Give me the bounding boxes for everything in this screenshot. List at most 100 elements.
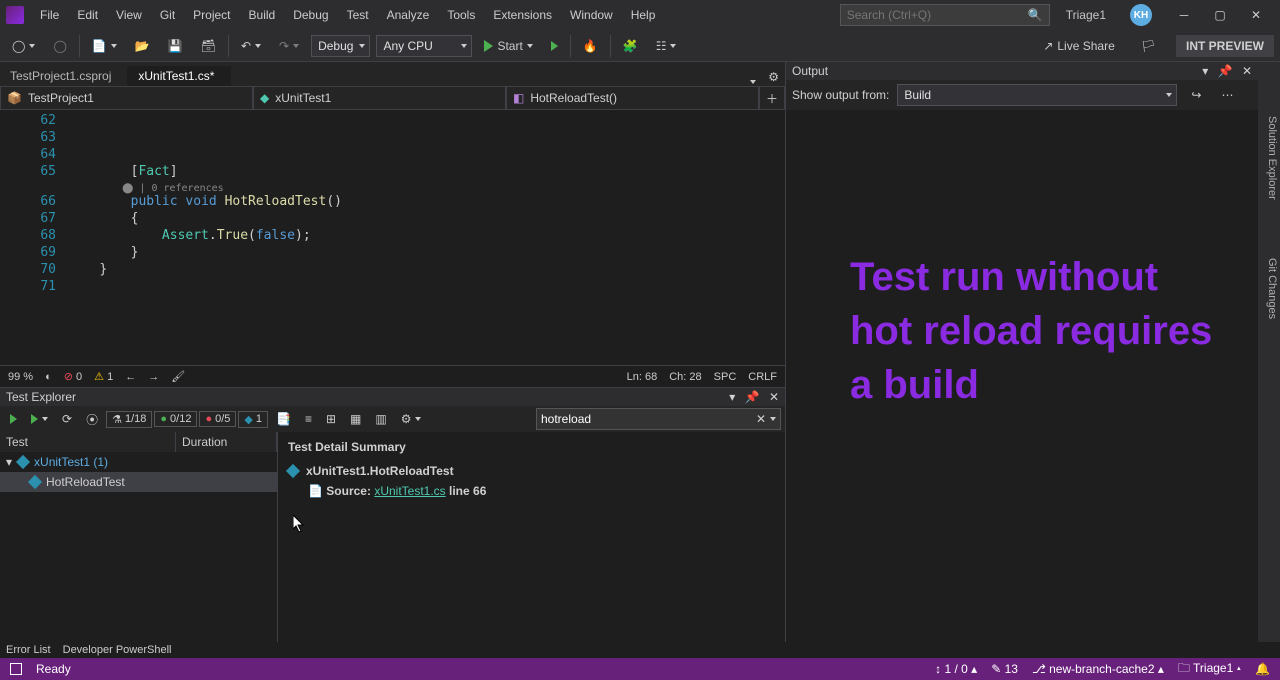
passed-tests-badge[interactable]: ● 0/12 xyxy=(154,411,197,427)
close-icon[interactable]: ✕ xyxy=(1242,64,1252,78)
tab-powershell[interactable]: Developer PowerShell xyxy=(63,644,172,656)
user-avatar[interactable]: KH xyxy=(1130,4,1152,26)
close-icon[interactable]: ✕ xyxy=(769,390,779,404)
output-source-dropdown[interactable]: Build xyxy=(897,84,1177,106)
feedback-button[interactable]: 🏳 xyxy=(1135,37,1162,55)
layout-button[interactable]: ▥ xyxy=(369,410,392,428)
start-debug-button[interactable]: Start xyxy=(478,37,538,55)
tab-error-list[interactable]: Error List xyxy=(6,644,51,656)
repeat-tests-button[interactable]: ⟳ xyxy=(56,410,78,428)
menu-edit[interactable]: Edit xyxy=(69,6,106,24)
col-number[interactable]: Ch: 28 xyxy=(669,371,701,383)
failed-tests-badge[interactable]: ● 0/5 xyxy=(199,411,236,427)
menu-view[interactable]: View xyxy=(108,6,150,24)
menu-analyze[interactable]: Analyze xyxy=(379,6,438,24)
code-editor[interactable]: 6263 6465 6667 6869 7071 [Fact] ⬤ | 0 re… xyxy=(0,110,785,365)
hot-reload-button[interactable]: 🔥 xyxy=(577,37,604,55)
sel-info[interactable]: ↕ 1 / 0 ▴ xyxy=(935,662,977,676)
autohide-icon[interactable]: ▾ xyxy=(729,390,735,404)
line-number[interactable]: Ln: 68 xyxy=(627,371,658,383)
split-editor-button[interactable]: ＋ xyxy=(759,86,785,110)
save-all-button[interactable]: 🗃 xyxy=(195,37,222,55)
config-dropdown[interactable]: Debug xyxy=(311,35,370,57)
zoom-level[interactable]: 99 % xyxy=(8,371,33,383)
not-run-tests-badge[interactable]: ◆ 1 xyxy=(238,411,268,428)
warnings-count[interactable]: ⚠ 1 xyxy=(94,370,113,383)
nav-class[interactable]: ◆xUnitTest1 xyxy=(253,86,506,110)
tab-git-changes[interactable]: Git Changes xyxy=(1258,254,1280,323)
open-file-button[interactable]: 📂 xyxy=(129,37,156,55)
columns-button[interactable]: ▦ xyxy=(344,410,367,428)
indent-mode[interactable]: SPC xyxy=(714,371,737,383)
errors-count[interactable]: ⊘ 0 xyxy=(64,370,82,383)
toolbar-button[interactable]: 🧩 xyxy=(617,37,644,55)
goto-error-button[interactable]: ↪ xyxy=(1185,86,1207,104)
nav-back-button[interactable]: ◯ xyxy=(6,37,41,55)
search-dropdown-icon[interactable] xyxy=(770,417,776,421)
run-tests-button[interactable] xyxy=(25,412,54,426)
menu-build[interactable]: Build xyxy=(241,6,284,24)
nav-prev-issue[interactable]: ← xyxy=(125,371,136,383)
toolbar-button[interactable]: ☷ xyxy=(650,37,683,55)
build-tests-button[interactable]: ⦿ xyxy=(80,409,104,430)
nav-member[interactable]: ◧HotReloadTest() xyxy=(506,86,759,110)
notifications-icon[interactable]: 🔔 xyxy=(1255,662,1270,676)
col-info[interactable]: ✎ 13 xyxy=(991,662,1018,676)
test-tree-item[interactable]: HotReloadTest xyxy=(0,472,277,492)
close-button[interactable]: ✕ xyxy=(1238,3,1274,27)
settings-button[interactable]: ⚙ xyxy=(395,410,428,428)
menu-git[interactable]: Git xyxy=(152,6,183,24)
options-button[interactable]: ≡ xyxy=(299,410,318,428)
menu-window[interactable]: Window xyxy=(562,6,621,24)
branch-info[interactable]: ⎇ new-branch-cache2 ▴ xyxy=(1032,662,1164,676)
maximize-button[interactable]: ▢ xyxy=(1202,3,1238,27)
save-button[interactable]: 💾 xyxy=(162,37,189,55)
pin-icon[interactable]: 📌 xyxy=(1218,64,1233,78)
run-all-tests-button[interactable] xyxy=(4,412,23,426)
tab-overflow-button[interactable] xyxy=(744,78,762,86)
undo-button[interactable]: ↶ xyxy=(235,37,267,55)
col-duration[interactable]: Duration xyxy=(176,432,277,452)
clear-icon[interactable]: ✕ xyxy=(756,412,766,426)
test-tree[interactable]: Test Duration ▾ xUnitTest1 (1) HotReload… xyxy=(0,432,278,642)
tab-settings-icon[interactable]: ⚙ xyxy=(762,68,785,86)
quick-search[interactable]: 🔍 xyxy=(840,4,1050,26)
test-search-input[interactable] xyxy=(541,412,756,426)
line-ending[interactable]: CRLF xyxy=(748,371,777,383)
tab-source[interactable]: xUnitTest1.cs* xyxy=(128,66,231,86)
expand-icon[interactable]: ▾ xyxy=(6,455,12,469)
menu-extensions[interactable]: Extensions xyxy=(485,6,560,24)
repo-info[interactable]: 🗀 Triage1 ▴ xyxy=(1178,659,1241,680)
test-search[interactable]: ✕ xyxy=(536,408,781,430)
nav-next-issue[interactable]: → xyxy=(148,371,159,383)
info-icon[interactable]: ◐ xyxy=(45,371,52,383)
menu-file[interactable]: File xyxy=(32,6,67,24)
tab-csproj[interactable]: TestProject1.csproj xyxy=(0,66,128,86)
quick-search-input[interactable] xyxy=(847,8,1017,22)
platform-dropdown[interactable]: Any CPU xyxy=(376,35,472,57)
start-no-debug-button[interactable] xyxy=(545,39,564,53)
window-pos-icon[interactable]: ▾ xyxy=(1202,64,1208,78)
menu-debug[interactable]: Debug xyxy=(285,6,336,24)
playlist-button[interactable]: 📑 xyxy=(270,410,297,428)
nav-forward-button[interactable]: ◯ xyxy=(47,37,72,55)
minimize-button[interactable]: ─ xyxy=(1166,3,1202,27)
pin-icon[interactable]: 📌 xyxy=(745,390,760,404)
redo-button[interactable]: ↷ xyxy=(273,37,305,55)
col-test[interactable]: Test xyxy=(0,432,176,452)
test-tree-root[interactable]: ▾ xUnitTest1 (1) xyxy=(0,452,277,472)
liveshare-button[interactable]: ↗ Live Share xyxy=(1037,37,1120,55)
tab-solution-explorer[interactable]: Solution Explorer xyxy=(1258,112,1280,204)
total-tests-badge[interactable]: ⚗ 1/18 xyxy=(106,411,152,428)
group-by-button[interactable]: ⊞ xyxy=(320,410,342,428)
menu-project[interactable]: Project xyxy=(185,6,238,24)
menu-help[interactable]: Help xyxy=(623,6,664,24)
menu-test[interactable]: Test xyxy=(339,6,377,24)
new-item-button[interactable]: 📄 xyxy=(86,37,123,55)
output-body[interactable]: Test run without hot reload requires a b… xyxy=(786,110,1258,642)
output-options-button[interactable]: ⋯ xyxy=(1215,86,1239,104)
source-file-link[interactable]: xUnitTest1.cs xyxy=(374,484,445,498)
menu-tools[interactable]: Tools xyxy=(439,6,483,24)
nav-project[interactable]: 📦TestProject1 xyxy=(0,86,253,110)
cleanup-icon[interactable]: 🖌 xyxy=(171,370,185,383)
